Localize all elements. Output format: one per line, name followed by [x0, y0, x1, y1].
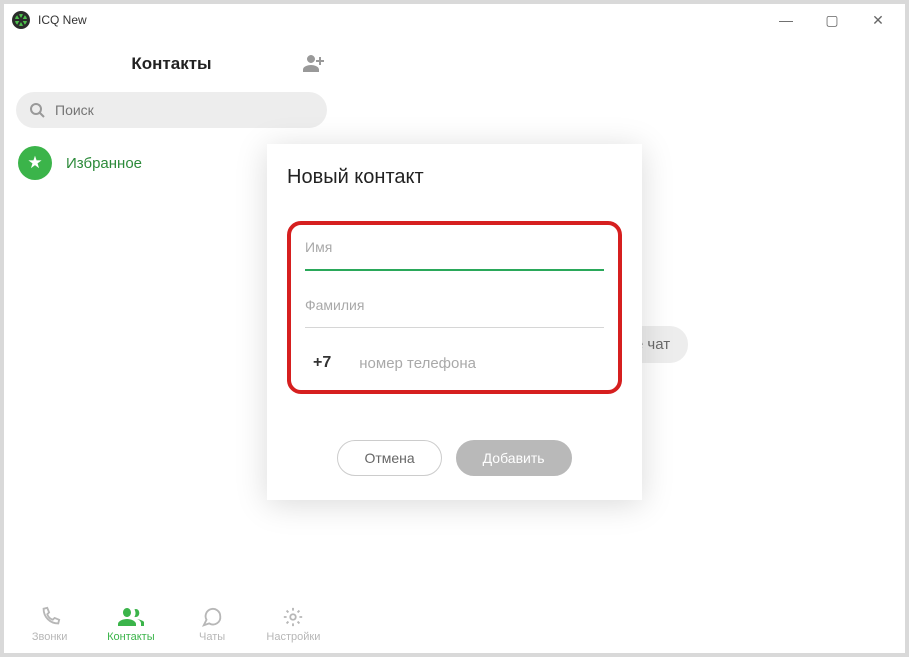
first-name-field[interactable]: Имя: [305, 239, 604, 271]
modal-title: Новый контакт: [287, 166, 622, 189]
phone-placeholder: номер телефона: [359, 355, 476, 372]
cancel-button[interactable]: Отмена: [337, 440, 441, 476]
country-code[interactable]: +7: [313, 354, 331, 372]
phone-field[interactable]: +7 номер телефона: [305, 354, 604, 372]
modal-backdrop: Новый контакт Имя Фамилия +7 номер телеф…: [4, 4, 905, 653]
first-name-label: Имя: [305, 239, 604, 255]
last-name-field[interactable]: Фамилия: [305, 297, 604, 328]
form-highlight-box: Имя Фамилия +7 номер телефона: [287, 221, 622, 394]
last-name-label: Фамилия: [305, 297, 604, 313]
submit-button[interactable]: Добавить: [456, 440, 572, 476]
new-contact-modal: Новый контакт Имя Фамилия +7 номер телеф…: [267, 144, 642, 500]
